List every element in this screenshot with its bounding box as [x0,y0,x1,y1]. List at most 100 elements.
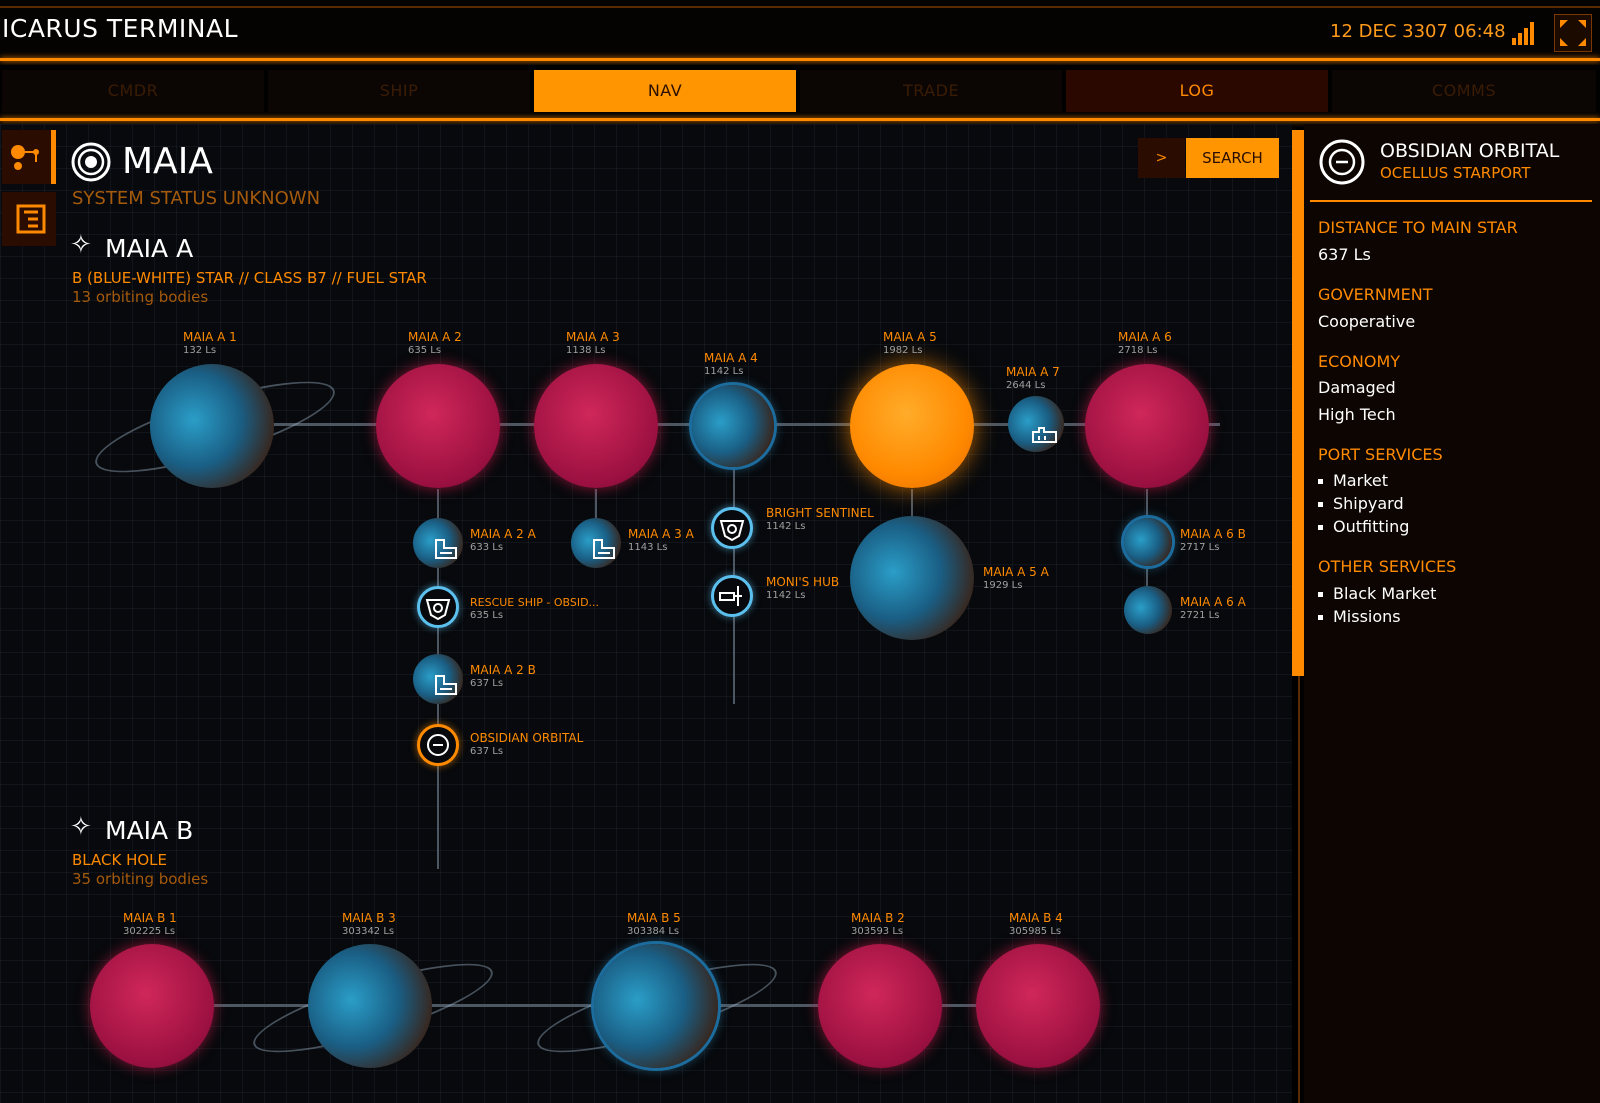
tab-cmdr[interactable]: CMDR [2,70,264,112]
body-name: MONI'S HUB [766,575,840,589]
body-label: MAIA B 3 303342 Ls [342,912,396,938]
scrollbar-track[interactable] [1298,676,1300,1103]
body-distance: 1138 Ls [566,345,606,356]
planet-maia-a-3[interactable] [534,364,658,488]
planet-maia-b-2[interactable] [818,944,942,1068]
other-service-item: Missions [1318,607,1401,626]
star-b-name: MAIA B [105,816,194,845]
settlement-icon [1032,427,1057,443]
body-distance: 637 Ls [470,678,504,689]
star-maia-a-5[interactable] [850,364,974,488]
body-name: MAIA B 2 [851,911,905,925]
body-distance: 1929 Ls [983,580,1023,591]
planet-maia-a-6-b[interactable] [1124,518,1172,566]
other-service-item: Black Market [1318,584,1436,603]
star-b-bodies-count: 35 orbiting bodies [72,870,209,888]
tab-nav[interactable]: NAV [534,70,796,112]
tab-log[interactable]: LOG [1066,70,1328,112]
body-name: MAIA A 7 [1006,365,1060,379]
body-distance: 635 Ls [470,610,504,621]
body-name: BRIGHT SENTINEL [766,506,874,520]
scrollbar-thumb[interactable] [1292,130,1304,676]
tab-bar-underline [0,118,1600,121]
other-services-label: OTHER SERVICES [1318,557,1457,576]
body-name: MAIA A 5 [883,330,937,344]
planet-maia-b-4[interactable] [976,944,1100,1068]
body-label: MAIA B 4 305985 Ls [1009,912,1063,938]
body-name: MAIA A 3 [566,330,620,344]
star-a-bodies-count: 13 orbiting bodies [72,288,209,306]
tab-trade[interactable]: TRADE [800,70,1062,112]
body-distance: 2718 Ls [1118,345,1158,356]
search-button[interactable]: SEARCH [1186,138,1279,178]
body-distance: 633 Ls [470,542,504,553]
planet-maia-b-3[interactable] [308,944,432,1068]
body-distance: 635 Ls [408,345,442,356]
body-name: MAIA A 2 A [470,527,536,541]
body-distance: 1143 Ls [628,542,668,553]
header-top-line [0,6,1600,8]
system-status: SYSTEM STATUS UNKNOWN [72,188,321,209]
government-value: Cooperative [1318,312,1416,331]
body-label: MAIA A 3 1138 Ls [566,331,620,357]
port-service-item: Market [1318,471,1388,490]
body-label: MAIA A 6 A 2721 Ls [1180,596,1246,622]
body-name: MAIA A 6 B [1180,527,1246,541]
sidebar-list-button[interactable] [2,192,56,246]
body-name: MAIA A 2 [408,330,462,344]
system-name: MAIA [122,141,213,182]
body-name: MAIA B 3 [342,911,396,925]
settlement-icon [435,675,457,695]
planet-maia-a-2[interactable] [376,364,500,488]
planet-maia-a-5-a[interactable] [850,516,974,640]
body-distance: 637 Ls [470,746,504,757]
signal-icon [1512,22,1534,45]
starport-icon [427,734,449,756]
station-monis-hub[interactable] [711,575,753,617]
planet-maia-b-5[interactable] [594,944,718,1068]
body-distance: 303342 Ls [342,926,395,937]
body-distance: 1142 Ls [766,521,806,532]
system-map-icon [11,145,39,170]
planet-maia-a-1[interactable] [150,364,274,488]
search-prompt[interactable]: > [1138,138,1185,178]
planet-maia-a-6-a[interactable] [1124,586,1172,634]
distance-label: DISTANCE TO MAIN STAR [1318,218,1518,237]
selected-type: OCELLUS STARPORT [1380,164,1531,182]
planet-maia-a-4[interactable] [692,385,774,467]
sidebar-map-button[interactable] [2,130,56,184]
body-distance: 132 Ls [183,345,217,356]
station-bright-sentinel[interactable] [711,507,753,549]
body-distance: 1142 Ls [704,366,744,377]
tab-comms[interactable]: COMMS [1332,70,1596,112]
tab-ship[interactable]: SHIP [268,70,530,112]
port-service-item: Outfitting [1318,517,1409,536]
body-label: MAIA A 2 B 637 Ls [470,664,536,690]
star-icon: ✧ [70,230,92,260]
body-distance: 2717 Ls [1180,542,1220,553]
station-rescue-ship[interactable] [417,586,459,628]
star-icon: ✧ [70,812,92,842]
body-distance: 2644 Ls [1006,380,1046,391]
planet-maia-a-6[interactable] [1085,364,1209,488]
body-distance: 1142 Ls [766,590,806,601]
star-b-class: BLACK HOLE [72,851,167,869]
active-indicator [51,130,56,184]
economy-label: ECONOMY [1318,352,1401,371]
station-obsidian-orbital[interactable] [417,724,459,766]
planet-maia-b-1[interactable] [90,944,214,1068]
body-name: MAIA B 1 [123,911,177,925]
body-label: MAIA B 5 303384 Ls [627,912,681,938]
megaship-icon [719,520,745,542]
body-label: MAIA A 3 A 1143 Ls [628,528,694,554]
body-label: MAIA A 7 2644 Ls [1006,366,1060,392]
economy-value: Damaged [1318,378,1396,397]
body-label: RESCUE SHIP - OBSID... 635 Ls [470,596,599,622]
body-label: BRIGHT SENTINEL 1142 Ls [766,507,874,533]
body-label: MAIA B 2 303593 Ls [851,912,905,938]
port-services-label: PORT SERVICES [1318,445,1443,464]
body-label: MAIA A 6 2718 Ls [1118,331,1172,357]
outpost-icon [719,586,742,606]
fullscreen-button[interactable] [1554,14,1592,52]
list-view-icon [16,204,46,234]
